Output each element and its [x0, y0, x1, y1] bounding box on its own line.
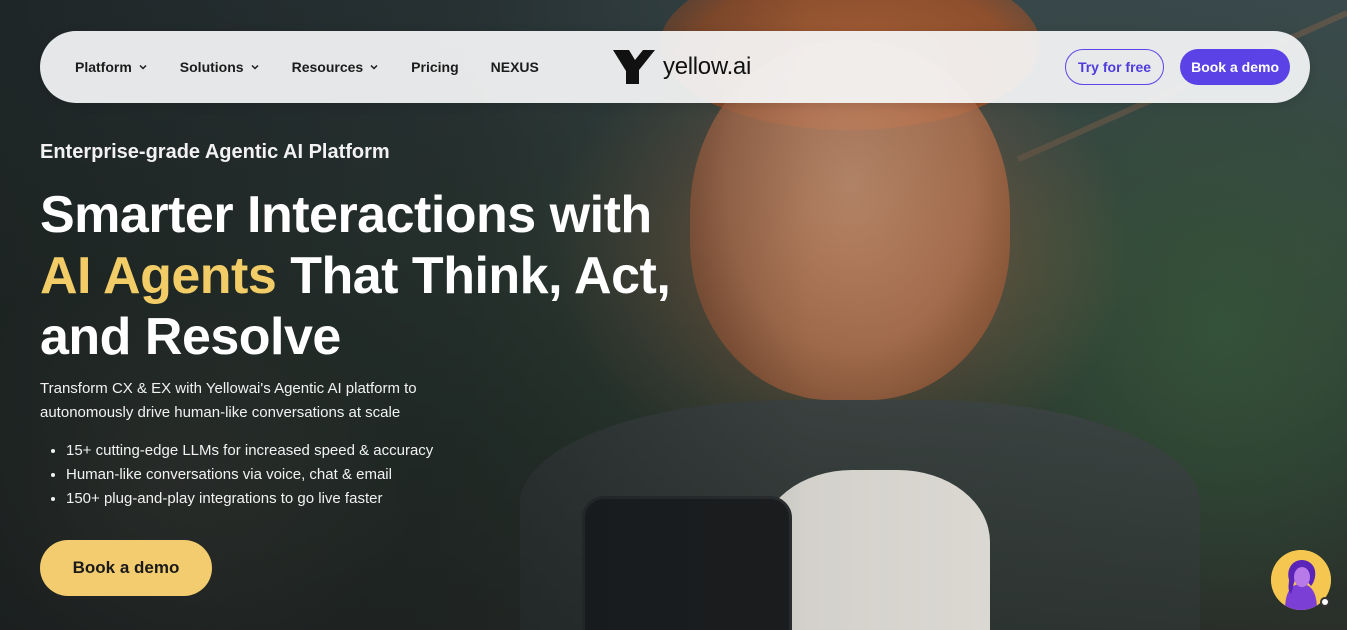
nav-item-platform[interactable]: Platform [75, 59, 148, 75]
logo-text: yellow.ai [663, 53, 752, 80]
hero-description-line-1: Transform CX & EX with Yellowai's Agenti… [40, 380, 417, 397]
nav-item-label: Solutions [179, 59, 244, 75]
feature-list: 15+ cutting-edge LLMs for increased spee… [48, 439, 433, 511]
nav-item-label: Pricing [411, 59, 459, 75]
nav-menu: Platform Solutions Resources Pricing NEX… [75, 31, 539, 103]
site-logo[interactable]: yellow.ai [613, 50, 751, 84]
yellow-ai-logo-icon [613, 50, 655, 84]
feature-list-item: 15+ cutting-edge LLMs for increased spee… [66, 439, 433, 463]
nav-actions: Try for free Book a demo [1064, 31, 1290, 103]
nav-book-demo-button[interactable]: Book a demo [1180, 49, 1290, 85]
nav-item-nexus[interactable]: NEXUS [491, 59, 539, 75]
nav-item-resources[interactable]: Resources [292, 59, 380, 75]
hero-section: Platform Solutions Resources Pricing NEX… [0, 0, 1347, 630]
headline-line-1: Smarter Interactions with [40, 186, 652, 244]
nav-item-label: NEXUS [490, 59, 539, 75]
chevron-down-icon [251, 64, 259, 70]
hero-eyebrow: Enterprise-grade Agentic AI Platform [40, 141, 390, 163]
chat-status-indicator [1320, 597, 1330, 607]
nav-item-pricing[interactable]: Pricing [411, 59, 458, 75]
chevron-down-icon [139, 64, 147, 70]
hero-headline: Smarter Interactions with AI Agents That… [40, 185, 740, 368]
chevron-down-icon [370, 64, 378, 70]
top-navbar: Platform Solutions Resources Pricing NEX… [40, 31, 1310, 103]
try-for-free-button[interactable]: Try for free [1064, 49, 1165, 85]
nav-item-label: Resources [291, 59, 364, 75]
hero-book-demo-button[interactable]: Book a demo [40, 540, 212, 596]
hero-description-line-2: autonomously drive human-like conversati… [40, 404, 401, 421]
feature-list-item: Human-like conversations via voice, chat… [66, 463, 433, 487]
feature-list-item: 150+ plug-and-play integrations to go li… [66, 487, 433, 511]
headline-line-2: That Think, Act, [290, 247, 671, 305]
headline-accent: AI Agents [40, 247, 277, 305]
hero-description: Transform CX & EX with Yellowai's Agenti… [40, 377, 480, 425]
nav-item-solutions[interactable]: Solutions [180, 59, 260, 75]
headline-line-3: and Resolve [40, 308, 341, 366]
nav-item-label: Platform [75, 59, 132, 75]
